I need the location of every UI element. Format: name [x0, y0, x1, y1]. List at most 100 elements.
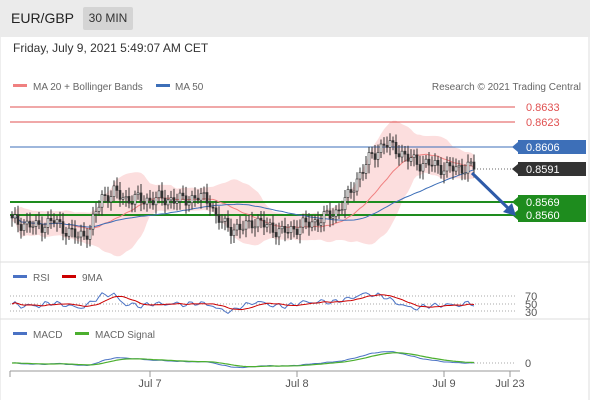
candle-down: [28, 220, 32, 228]
candle-up: [94, 211, 98, 215]
support-pointer: [512, 197, 518, 207]
candle-down: [262, 219, 266, 228]
candle-up: [313, 219, 317, 223]
candle-down: [130, 202, 134, 205]
candle-down: [451, 165, 455, 172]
candle-down: [52, 220, 56, 224]
candle-down: [397, 153, 401, 158]
candle-down: [196, 197, 200, 201]
candle-up: [46, 218, 50, 228]
candle-down: [160, 190, 164, 199]
candle-down: [85, 235, 89, 240]
candle-up: [67, 227, 71, 237]
candle-down: [10, 214, 14, 219]
rsi-line: [11, 292, 475, 315]
candle-up: [220, 221, 224, 223]
rsi-legend: RSI 9MA: [13, 273, 103, 284]
candle-down: [208, 202, 212, 208]
candle-down: [373, 153, 377, 160]
x-tick-label: Jul 9: [432, 378, 455, 390]
candle-up: [223, 217, 227, 222]
candle-up: [166, 199, 170, 206]
candle-down: [148, 197, 152, 201]
candle-up: [301, 217, 305, 228]
candle-down: [427, 158, 431, 166]
candle-down: [115, 185, 119, 191]
candle-up: [76, 236, 80, 239]
candle-down: [184, 195, 188, 206]
candle-down: [382, 143, 386, 146]
candle-down: [70, 227, 74, 230]
candle-up: [25, 220, 29, 225]
candle-up: [79, 230, 83, 238]
copyright-label: Research © 2021 Trading Central: [432, 82, 581, 93]
candle-down: [448, 162, 452, 167]
ma50-legend-swatch: [156, 84, 170, 87]
forecast-arrow: [470, 171, 516, 216]
x-tick-label: Jul 8: [285, 378, 308, 390]
candle-up: [43, 227, 47, 233]
rsi-ma-line: [11, 294, 475, 311]
candle-up: [154, 197, 158, 206]
candle-down: [250, 220, 254, 229]
candle-up: [409, 157, 413, 162]
candle-up: [445, 162, 449, 172]
candle-up: [343, 197, 347, 210]
resistance-label: 0.8623: [526, 117, 560, 129]
rsi-legend-label: RSI: [33, 273, 50, 284]
candle-up: [442, 170, 446, 176]
candle-up: [187, 202, 191, 206]
candle-down: [391, 140, 395, 143]
candle-down: [436, 160, 440, 166]
candle-down: [337, 209, 341, 212]
candle-up: [253, 226, 257, 229]
candle-down: [151, 200, 155, 206]
candle-down: [439, 165, 443, 176]
candle-up: [247, 220, 251, 222]
candle-down: [403, 150, 407, 155]
candle-down: [283, 226, 287, 233]
candle-up: [346, 189, 350, 198]
x-axis: Jul 7 Jul 8 Jul 9 Jul 23: [9, 370, 525, 390]
candle-down: [229, 227, 233, 236]
candle-up: [364, 164, 368, 174]
candle-down: [61, 221, 65, 234]
candle-down: [181, 192, 185, 197]
candle-down: [205, 192, 209, 204]
pivot-pointer: [512, 142, 518, 152]
candle-down: [418, 164, 422, 172]
ma20-legend-swatch: [13, 84, 27, 87]
candle-up: [340, 209, 344, 211]
candle-up: [202, 192, 206, 194]
macd-signal-legend-swatch: [75, 332, 89, 335]
candle-down: [172, 197, 176, 204]
candle-up: [388, 140, 392, 148]
current-price-pointer: [512, 164, 518, 174]
candle-down: [19, 224, 23, 231]
candle-down: [82, 230, 86, 237]
rsi-tick-30: 30: [525, 307, 537, 319]
candle-up: [169, 197, 173, 201]
candle-up: [244, 220, 248, 230]
rsi-ma-legend-label: 9MA: [82, 273, 103, 284]
macd-tick-0: 0: [525, 358, 531, 370]
chart-svg: MA 20 + Bollinger Bands MA 50 Research ©…: [0, 37, 590, 400]
candle-down: [349, 189, 353, 193]
candle-up: [199, 193, 203, 201]
macd-signal-legend-label: MACD Signal: [95, 330, 155, 341]
candle-down: [73, 228, 77, 238]
candle-up: [265, 224, 269, 228]
candle-down: [406, 153, 410, 162]
candle-down: [304, 217, 308, 223]
candle-down: [259, 217, 263, 221]
candle-down: [16, 214, 20, 225]
candle-down: [271, 222, 275, 233]
candle-down: [37, 220, 41, 225]
candle-up: [232, 229, 236, 236]
candle-down: [361, 172, 365, 174]
candle-up: [367, 152, 371, 165]
macd-legend-swatch: [13, 332, 27, 335]
candle-up: [454, 166, 458, 172]
candle-up: [97, 206, 101, 212]
candle-down: [472, 161, 476, 170]
